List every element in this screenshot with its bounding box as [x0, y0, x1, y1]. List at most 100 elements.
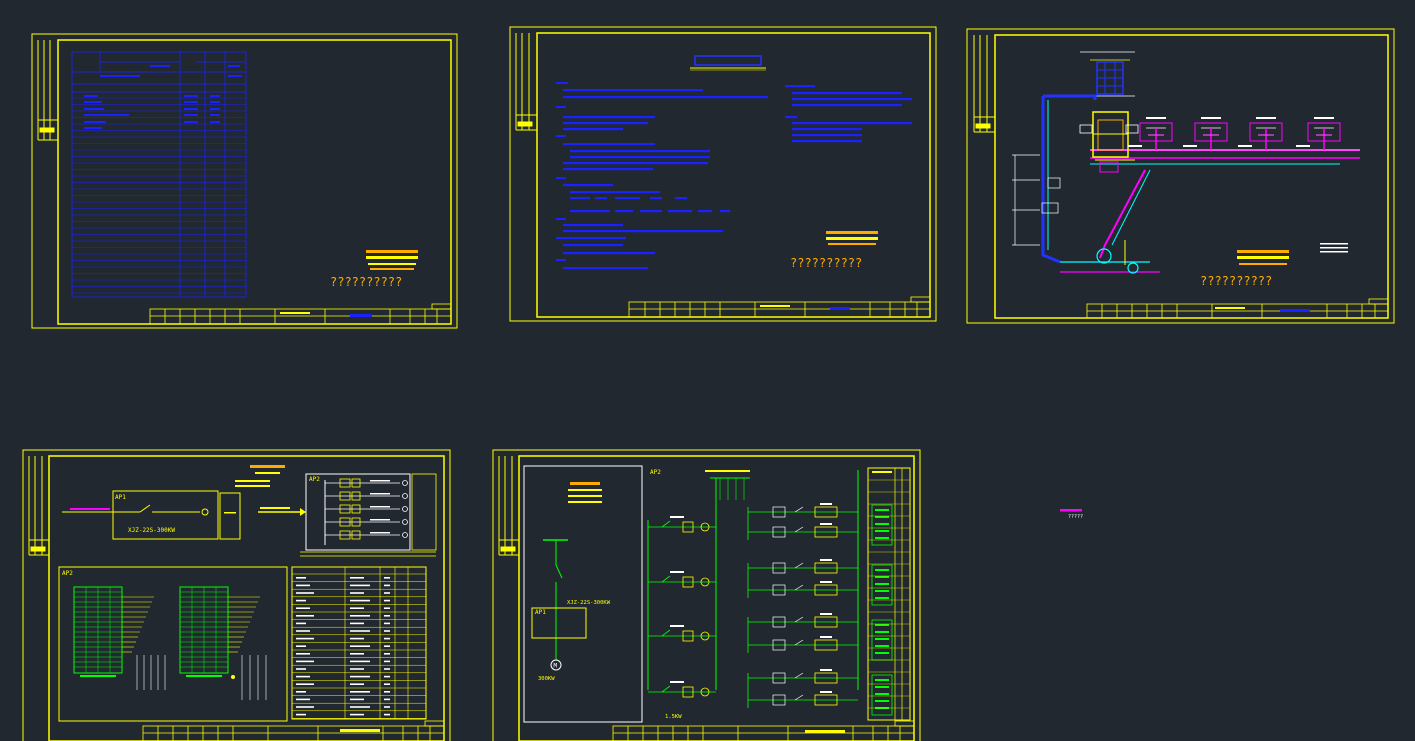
rung-label	[670, 681, 684, 683]
table-cell	[350, 653, 364, 655]
table-cell	[350, 691, 370, 693]
table-cell	[384, 653, 390, 655]
note-line	[556, 135, 566, 137]
sheet-3-note-cluster: ??????????	[1200, 250, 1289, 288]
branch-tag	[1201, 117, 1221, 119]
sheet-piping-layout[interactable]: ??????????	[966, 28, 1395, 324]
note-line	[792, 140, 862, 143]
sheet-4-equipment-rows	[292, 573, 426, 719]
rung-label	[820, 581, 832, 583]
device-text	[875, 693, 889, 695]
sheet-2-annotation: ??????????	[790, 256, 862, 270]
note-line	[563, 89, 703, 92]
note-line	[563, 230, 723, 233]
note-line	[570, 156, 710, 159]
table-cell	[384, 660, 390, 663]
contact	[794, 562, 804, 569]
table-cell	[350, 637, 364, 640]
note-line	[556, 106, 566, 108]
device-text	[875, 686, 889, 688]
device-text	[875, 645, 889, 647]
floating-label-text: ?????	[1068, 514, 1083, 520]
branch-tag	[1314, 117, 1334, 119]
table-cell	[384, 668, 390, 670]
note-line	[720, 210, 730, 213]
sheet-4-feeder: AP1 XJZ-22S-300KW	[62, 465, 306, 540]
sheet-drawing-index[interactable]: ??????????	[31, 33, 458, 329]
note-line	[792, 122, 912, 125]
sheet-design-notes[interactable]: ??????????	[509, 26, 937, 322]
sheet-2-note-cluster: ??????????	[790, 231, 878, 270]
circuit-label	[370, 519, 390, 521]
rung-label	[820, 559, 832, 561]
note-line	[556, 218, 566, 220]
sheet-5-title-tag	[805, 730, 845, 733]
rung-label	[820, 613, 832, 615]
sheet-2-notes-left	[556, 82, 768, 270]
switch	[661, 685, 671, 693]
table-cell	[350, 698, 364, 701]
note-line	[563, 168, 653, 171]
sheet-3-annotation: ??????????	[1200, 274, 1272, 288]
sheet-4-binding-strip	[28, 456, 49, 556]
table-cell	[350, 706, 370, 708]
table-cell	[350, 645, 370, 647]
device-text	[875, 576, 889, 578]
table-cell	[350, 668, 364, 670]
table-cell	[384, 706, 390, 708]
sheet-3-branch-units	[1128, 117, 1341, 150]
device-text	[875, 679, 889, 681]
sheet-1-note-cluster: ??????????	[330, 250, 418, 289]
note-line	[556, 177, 566, 179]
table-cell	[350, 577, 364, 579]
table-cell	[296, 622, 306, 625]
note-line	[563, 224, 623, 227]
note-line	[563, 96, 768, 99]
sheet-5-device-entries	[868, 479, 910, 716]
sheet-1-title-text	[280, 312, 310, 314]
rung-label	[670, 625, 684, 627]
rung-label	[670, 571, 684, 573]
circuit-label	[370, 532, 390, 534]
sheet-5-ap1-label: AP1	[535, 609, 546, 616]
sheet-3-elevation-dims	[1012, 154, 1061, 246]
sheet-5-control-circuits: AP2 1.5KW	[647, 469, 859, 720]
sheet-4-ap1-label: AP1	[115, 494, 126, 501]
contact	[794, 694, 804, 701]
table-cell	[384, 645, 390, 647]
device-text	[875, 597, 889, 599]
table-cell	[296, 706, 314, 708]
load	[402, 532, 408, 538]
terminal-label	[80, 675, 116, 677]
sheet-control-schematic[interactable]: AP1 XJZ-22S-300KW M 300KW AP2 1.5KW	[492, 449, 921, 741]
note-line	[785, 85, 815, 88]
table-cell	[296, 592, 314, 594]
table-cell	[350, 584, 370, 587]
sheet-4-ap2-label: AP2	[62, 570, 73, 577]
device-text	[875, 537, 889, 539]
sheet-5-device-list	[867, 467, 911, 721]
circuit-label	[370, 506, 390, 508]
contact	[794, 526, 804, 533]
note-line	[792, 98, 912, 101]
switch	[661, 629, 671, 637]
note-line	[792, 128, 862, 131]
note-line	[570, 197, 590, 200]
sheet-distribution-diagram[interactable]: AP1 XJZ-22S-300KW AP2 AP2	[22, 449, 451, 741]
table-cell	[384, 675, 390, 678]
note-line	[698, 210, 712, 213]
sheet-5-motor-rating: 300KW	[538, 676, 555, 682]
note-line	[556, 237, 626, 240]
table-cell	[296, 630, 310, 632]
circuit-label	[370, 480, 390, 482]
contact	[794, 639, 804, 646]
table-cell	[384, 637, 390, 640]
cad-model-space[interactable]: ?????????? ?????????? ?????????? AP1 XJZ…	[0, 0, 1415, 741]
sheet-4-ap2-top-label: AP2	[309, 476, 320, 483]
sheet-2-binding-strip	[515, 33, 537, 131]
note-line	[570, 191, 660, 194]
sheet-1-annotation: ??????????	[330, 275, 402, 289]
table-cell	[296, 645, 306, 647]
note-line	[792, 104, 902, 107]
sheet-4-equipment-table	[291, 566, 427, 720]
